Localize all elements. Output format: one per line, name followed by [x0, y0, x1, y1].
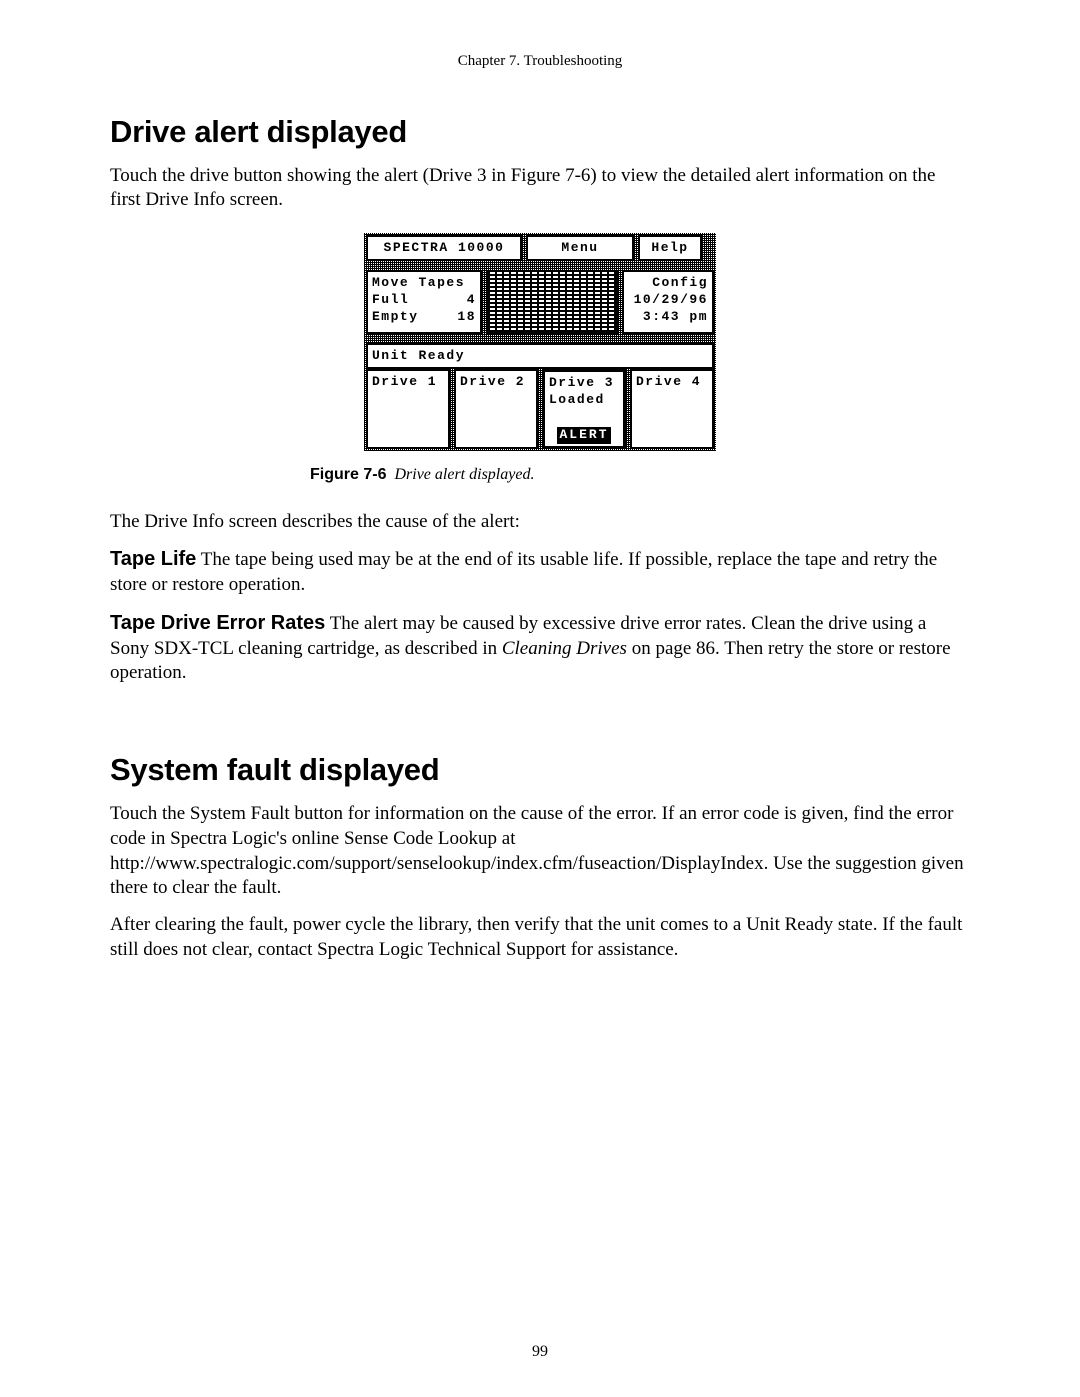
empty-label: Empty	[372, 309, 419, 326]
empty-value: 18	[457, 309, 476, 326]
unit-status: Unit Ready	[366, 343, 714, 369]
after-figure-paragraph: The Drive Info screen describes the caus…	[110, 510, 970, 535]
system-fault-p1: Touch the System Fault button for inform…	[110, 802, 970, 901]
heading-system-fault: System fault displayed	[110, 750, 970, 790]
config-button[interactable]: Config 10/29/96 3:43 pm	[622, 270, 714, 334]
heading-drive-alert: Drive alert displayed	[110, 112, 970, 152]
drive-3-button[interactable]: Drive 3 Loaded ALERT	[542, 369, 626, 449]
drive-3-state: Loaded	[549, 392, 619, 409]
system-fault-p2: After clearing the fault, power cycle th…	[110, 913, 970, 962]
drive-2-label: Drive 2	[460, 374, 532, 391]
figure-title: Drive alert displayed.	[394, 466, 534, 483]
move-tapes-button[interactable]: Move Tapes Full 4 Empty 18	[366, 270, 482, 334]
drive-3-label: Drive 3	[549, 375, 619, 392]
drive-4-button[interactable]: Drive 4	[630, 369, 714, 449]
figure-label: Figure 7-6	[310, 466, 386, 483]
drive-1-button[interactable]: Drive 1	[366, 369, 450, 449]
lcd-product-title: SPECTRA 10000	[366, 235, 522, 261]
figure-7-6: SPECTRA 10000 Menu Help Move Tapes Full …	[110, 233, 970, 486]
running-header: Chapter 7. Troubleshooting	[110, 52, 970, 72]
figure-caption: Figure 7-6 Drive alert displayed.	[310, 465, 970, 486]
tank-graphic-button[interactable]	[486, 270, 618, 334]
error-rates-lead: Tape Drive Error Rates	[110, 612, 325, 634]
config-time: 3:43 pm	[628, 309, 708, 326]
drive-4-label: Drive 4	[636, 374, 708, 391]
intro-paragraph: Touch the drive button showing the alert…	[110, 164, 970, 213]
move-tapes-label: Move Tapes	[372, 275, 476, 292]
config-label: Config	[628, 275, 708, 292]
tank-graphic	[486, 270, 618, 334]
full-label: Full	[372, 292, 409, 309]
full-value: 4	[467, 292, 476, 309]
config-date: 10/29/96	[628, 292, 708, 309]
tape-life-body: The tape being used may be at the end of…	[110, 549, 937, 595]
drive-1-label: Drive 1	[372, 374, 444, 391]
drive-3-alert: ALERT	[557, 427, 610, 444]
help-button[interactable]: Help	[638, 235, 702, 261]
page: Chapter 7. Troubleshooting Drive alert d…	[0, 0, 1080, 1397]
lcd-screen: SPECTRA 10000 Menu Help Move Tapes Full …	[364, 233, 716, 451]
tape-life-lead: Tape Life	[110, 548, 196, 570]
page-number: 99	[0, 1342, 1080, 1363]
tape-life-paragraph: Tape Life The tape being used may be at …	[110, 546, 970, 597]
menu-button[interactable]: Menu	[526, 235, 634, 261]
cleaning-drives-ref: Cleaning Drives	[502, 638, 627, 659]
error-rates-paragraph: Tape Drive Error Rates The alert may be …	[110, 610, 970, 686]
drive-2-button[interactable]: Drive 2	[454, 369, 538, 449]
